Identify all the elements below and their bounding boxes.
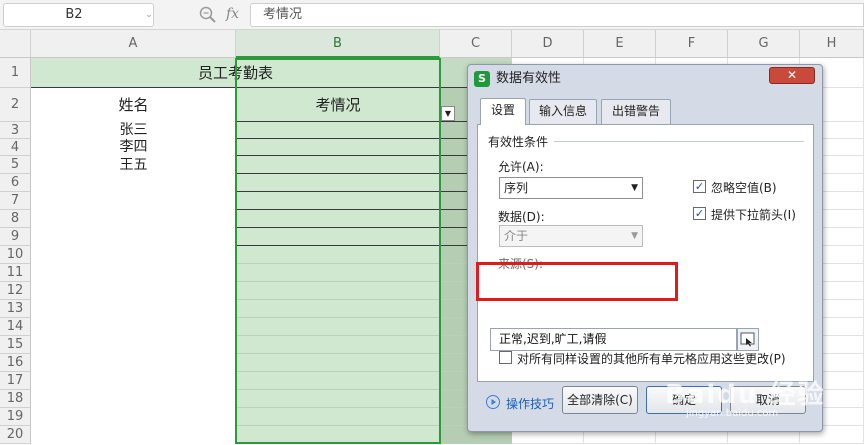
dialog-title: 数据有效性 [496, 71, 562, 86]
row-header-1[interactable]: 1 [0, 58, 31, 88]
row-header-9[interactable]: 9 [0, 228, 31, 246]
dropdown-arrow-label: 提供下拉箭头(I) [711, 208, 796, 222]
ignore-blank-label: 忽略空值(B) [711, 181, 777, 195]
allow-label: 允许(A): [498, 160, 544, 174]
row-header-7[interactable]: 7 [0, 192, 31, 210]
name-cell: 张三 [119, 122, 148, 138]
name-cell: 王五 [119, 157, 148, 173]
allow-select-value: 序列 [504, 181, 529, 195]
column-header-f[interactable]: F [656, 30, 728, 58]
clear-all-button[interactable]: 全部清除(C) [562, 386, 638, 414]
data-label: 数据(D): [498, 210, 545, 224]
validation-criteria-label: 有效性条件 [488, 133, 553, 150]
zoom-icon[interactable] [198, 5, 218, 25]
row-header-4[interactable]: 4 [0, 139, 31, 156]
row-header-11[interactable]: 11 [0, 264, 31, 282]
column-header-b[interactable]: B [236, 30, 440, 58]
play-icon[interactable] [486, 395, 500, 409]
name-cell: 李四 [119, 139, 148, 155]
data-select[interactable]: 介于 ▼ [499, 225, 643, 247]
group-divider [554, 141, 804, 142]
tab-input-message[interactable]: 输入信息 [529, 99, 597, 124]
row-header-8[interactable]: 8 [0, 210, 31, 228]
selection-outline [235, 58, 441, 444]
row-header-16[interactable]: 16 [0, 354, 31, 372]
source-value: 正常,迟到,旷工,请假 [499, 332, 607, 346]
watermark-logo: Baidu 经验 [665, 380, 826, 410]
source-input[interactable]: 正常,迟到,旷工,请假 [490, 328, 737, 351]
allow-select[interactable]: 序列 ▼ [499, 177, 643, 199]
name-box[interactable]: B2 ⌄ [3, 3, 154, 27]
watermark-url: jingyan.baidu.com [686, 408, 779, 419]
chevron-down-icon: ▼ [631, 183, 638, 193]
chevron-down-icon[interactable]: ⌄ [144, 4, 154, 26]
header-name: 姓名 [118, 96, 149, 114]
close-button[interactable]: ✕ [769, 67, 815, 84]
row-header-2[interactable]: 2 [0, 88, 31, 122]
tab-settings[interactable]: 设置 [480, 98, 526, 125]
fx-icon[interactable]: fx [226, 4, 246, 24]
select-all-corner[interactable] [0, 30, 31, 58]
formula-input[interactable]: 考情况 [250, 3, 864, 27]
row-header-6[interactable]: 6 [0, 174, 31, 192]
row-header-17[interactable]: 17 [0, 372, 31, 390]
dropdown-arrow-checkbox[interactable]: ✓ [693, 207, 706, 220]
name-box-value: B2 [65, 7, 83, 22]
formula-text: 考情况 [263, 7, 303, 22]
row-header-12[interactable]: 12 [0, 282, 31, 300]
row-header-15[interactable]: 15 [0, 336, 31, 354]
app-logo-icon: S [474, 71, 490, 87]
row-header-13[interactable]: 13 [0, 300, 31, 318]
tab-error-alert[interactable]: 出错警告 [601, 99, 671, 124]
column-header-a[interactable]: A [31, 30, 236, 58]
ignore-blank-checkbox[interactable]: ✓ [693, 180, 706, 193]
row-header-19[interactable]: 19 [0, 408, 31, 426]
row-header-18[interactable]: 18 [0, 390, 31, 408]
row-header-10[interactable]: 10 [0, 246, 31, 264]
column-header-d[interactable]: D [512, 30, 584, 58]
highlight-box [476, 262, 678, 301]
range-picker-icon[interactable] [737, 328, 759, 351]
data-select-value: 介于 [504, 229, 529, 243]
settings-panel: 有效性条件 允许(A): 序列 ▼ ✓ 忽略空值(B) 数据(D): 介于 ▼ … [477, 124, 814, 382]
row-header-14[interactable]: 14 [0, 318, 31, 336]
chevron-down-icon: ▼ [631, 231, 638, 241]
cell-dropdown-button[interactable]: ▼ [441, 106, 455, 121]
column-header-c[interactable]: C [440, 30, 512, 58]
row-header-3[interactable]: 3 [0, 122, 31, 139]
formula-bar: B2 ⌄ fx 考情况 [0, 0, 864, 30]
row-header-20[interactable]: 20 [0, 426, 31, 444]
row-header-5[interactable]: 5 [0, 156, 31, 174]
apply-all-checkbox[interactable] [499, 351, 512, 364]
apply-all-label: 对所有同样设置的其他所有单元格应用这些更改(P) [517, 352, 786, 366]
column-header-e[interactable]: E [584, 30, 656, 58]
column-header-h[interactable]: H [800, 30, 864, 58]
column-header-g[interactable]: G [728, 30, 800, 58]
tips-link[interactable]: 操作技巧 [506, 395, 554, 412]
